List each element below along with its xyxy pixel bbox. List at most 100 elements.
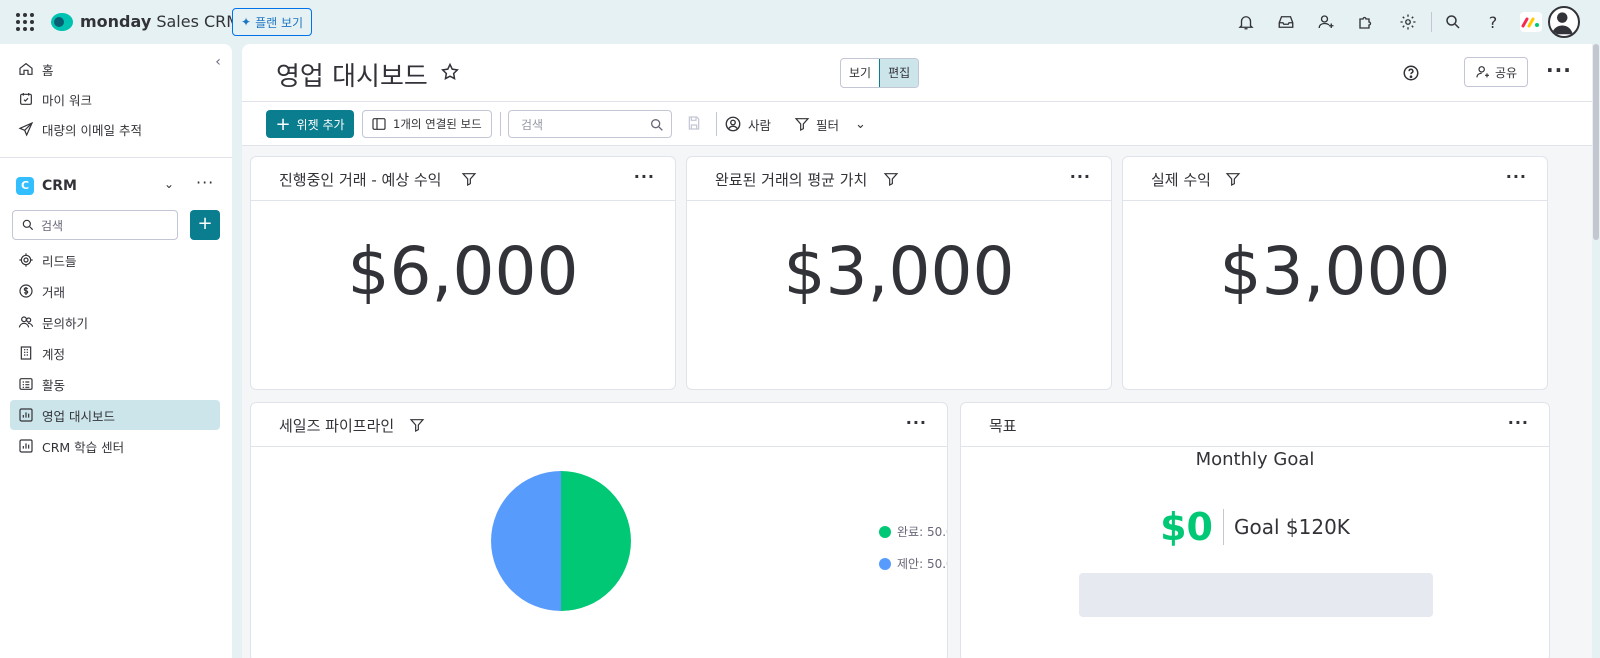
scrollbar-thumb[interactable] — [1593, 44, 1599, 240]
add-person-icon — [1476, 66, 1489, 78]
sidebar-item-my-work[interactable]: 마이 워크 — [10, 84, 220, 114]
person-filter-button[interactable]: 사람 — [724, 110, 771, 138]
filter-icon[interactable] — [409, 417, 425, 433]
legend-item[interactable]: 제안: 50.0 — [879, 555, 947, 572]
legend-color-dot — [879, 525, 891, 538]
sidebar-item-contacts[interactable]: 문의하기 — [10, 307, 220, 337]
widget-header: 완료된 거래의 평균 가치 ··· — [687, 157, 1111, 201]
plus-icon: + — [275, 113, 291, 135]
more-options-icon[interactable]: ··· — [1546, 58, 1572, 82]
filter-icon[interactable] — [461, 171, 477, 187]
sidebar-item-email-tracking[interactable]: 대량의 이메일 추적 — [10, 114, 220, 144]
main-content: 영업 대시보드 보기 편집 공유 ··· + 위젯 추가 1개의 연결된 보드 … — [242, 44, 1592, 658]
widget-more-icon[interactable]: ··· — [906, 413, 927, 432]
pie-slice-1[interactable] — [561, 471, 631, 611]
page-title[interactable]: 영업 대시보드 — [276, 56, 428, 93]
share-button[interactable]: 공유 — [1464, 57, 1528, 87]
target-icon — [19, 253, 33, 267]
filter-button[interactable]: 필터 ⌄ — [794, 110, 866, 138]
see-plans-button[interactable]: ✦ 플랜 보기 — [232, 8, 313, 36]
user-avatar[interactable] — [1548, 6, 1580, 38]
sidebar-search-input[interactable]: 검색 — [12, 210, 178, 240]
filter-icon[interactable] — [1225, 171, 1241, 187]
widget-sales-pipeline[interactable]: 세일즈 파이프라인 ··· 완료: 50.0 제안: 50.0 — [250, 402, 948, 658]
sidebar-item-leads[interactable]: 리드들 — [10, 245, 220, 275]
widget-title: 진행중인 거래 - 예상 수익 — [279, 171, 442, 189]
search-icon[interactable] — [1441, 10, 1465, 34]
list-icon — [19, 378, 33, 390]
page-header: 영업 대시보드 보기 편집 공유 ··· — [242, 44, 1592, 102]
widget-title: 완료된 거래의 평균 가치 — [715, 171, 868, 189]
left-sidebar: ‹ 홈 마이 워크 대량의 이메일 추적 C CRM ⌄ ··· 검색 + 리드… — [0, 44, 232, 658]
legend-color-dot — [879, 557, 891, 570]
legend-item[interactable]: 완료: 50.0 — [879, 523, 947, 540]
widget-title: 세일즈 파이프라인 — [279, 417, 395, 435]
widget-goal[interactable]: 목표 ··· Monthly Goal $0 Goal $120K — [960, 402, 1550, 658]
goal-summary: $0 Goal $120K — [961, 505, 1549, 549]
widget-forecast-revenue[interactable]: 진행중인 거래 - 예상 수익 ··· $6,000 — [250, 156, 676, 390]
sidebar-item-activities[interactable]: 활동 — [10, 369, 220, 399]
widget-more-icon[interactable]: ··· — [1070, 167, 1091, 186]
goal-current-value: $0 — [1160, 505, 1213, 549]
view-mode-button[interactable]: 보기 — [841, 59, 879, 87]
chevron-down-icon[interactable]: ⌄ — [164, 177, 174, 191]
widget-header: 실제 수익 ··· — [1123, 157, 1547, 201]
topbar-divider — [1431, 12, 1432, 32]
favorite-star-icon[interactable] — [440, 62, 460, 82]
goal-divider — [1222, 509, 1224, 545]
add-widget-button[interactable]: + 위젯 추가 — [266, 110, 354, 138]
pipeline-pie-chart[interactable] — [489, 469, 633, 613]
widget-title: 실제 수익 — [1151, 171, 1211, 189]
widget-more-icon[interactable]: ··· — [1506, 167, 1527, 186]
help-circle-icon[interactable] — [1402, 64, 1420, 82]
brand-name: monday Sales CRM — [80, 12, 241, 31]
notifications-bell-icon[interactable] — [1234, 10, 1258, 34]
integrations-puzzle-icon[interactable] — [1354, 10, 1378, 34]
inbox-icon[interactable] — [1274, 10, 1298, 34]
goal-subtitle: Monthly Goal — [1195, 449, 1315, 470]
widget-value: $3,000 — [1219, 233, 1451, 310]
settings-gear-icon[interactable] — [1396, 10, 1420, 34]
widget-header: 목표 ··· — [961, 403, 1549, 447]
sidebar-item-crm-learning-center[interactable]: CRM 학습 센터 — [10, 431, 220, 461]
sidebar-item-deals[interactable]: 거래 — [10, 276, 220, 306]
top-bar: monday Sales CRM ✦ 플랜 보기 ? — [0, 0, 1600, 44]
page-scrollbar[interactable] — [1592, 44, 1600, 658]
widget-average-won-value[interactable]: 완료된 거래의 평균 가치 ··· $3,000 — [686, 156, 1112, 390]
workspace-selector[interactable]: C CRM ⌄ ··· — [16, 173, 220, 197]
person-circle-icon — [725, 116, 741, 132]
connected-boards-button[interactable]: 1개의 연결된 보드 — [362, 110, 492, 138]
sidebar-item-home[interactable]: 홈 — [10, 54, 220, 84]
help-icon[interactable]: ? — [1481, 10, 1505, 34]
sidebar-item-sales-dashboard[interactable]: 영업 대시보드 — [10, 400, 220, 430]
add-board-button[interactable]: + — [190, 210, 220, 240]
view-edit-toggle: 보기 편집 — [840, 58, 920, 88]
workspace-more-icon[interactable]: ··· — [196, 173, 214, 192]
toolbar-divider — [500, 112, 501, 136]
widget-header: 세일즈 파이프라인 ··· — [251, 403, 947, 447]
save-view-icon[interactable] — [686, 115, 702, 131]
building-icon — [20, 346, 32, 360]
edit-mode-button[interactable]: 편집 — [879, 59, 919, 87]
widget-more-icon[interactable]: ··· — [1508, 413, 1529, 432]
apps-grid-icon[interactable] — [16, 13, 34, 31]
monday-product-icon[interactable] — [1520, 12, 1542, 32]
widget-header: 진행중인 거래 - 예상 수익 ··· — [251, 157, 675, 201]
search-icon — [22, 219, 34, 231]
widget-value: $6,000 — [347, 233, 579, 310]
workspace-name: CRM — [42, 178, 77, 194]
widget-title: 목표 — [989, 417, 1017, 435]
dollar-icon — [19, 284, 33, 298]
monday-logo-icon — [51, 13, 73, 31]
widget-actual-revenue[interactable]: 실제 수익 ··· $3,000 — [1122, 156, 1548, 390]
sidebar-item-accounts[interactable]: 계정 — [10, 338, 220, 368]
pie-slice-2[interactable] — [491, 471, 561, 611]
chevron-down-icon[interactable]: ⌄ — [855, 117, 866, 132]
toolbar-divider — [716, 112, 717, 136]
dashboard-search-input[interactable]: 검색 — [508, 110, 672, 138]
filter-icon[interactable] — [883, 171, 899, 187]
invite-members-icon[interactable] — [1314, 10, 1338, 34]
home-icon — [19, 62, 33, 75]
dashboard-icon — [19, 439, 33, 453]
widget-more-icon[interactable]: ··· — [634, 167, 655, 186]
